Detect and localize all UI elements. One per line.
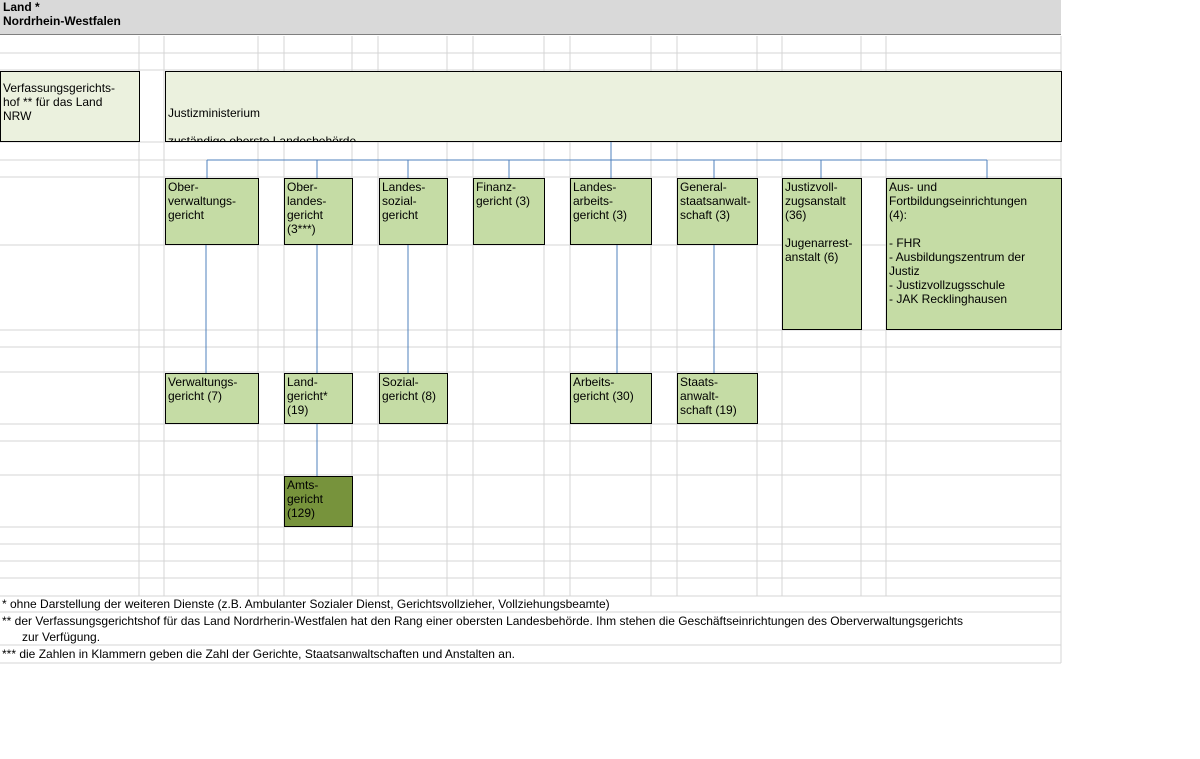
sheet-header: Land * Nordrhein-Westfalen	[0, 0, 1061, 35]
box-oberverwaltungsgericht: Ober- verwaltungs- gericht	[165, 178, 259, 245]
justizministerium-subtitle: zuständige oberste Landesbehörde	[168, 134, 357, 142]
box-justizministerium: Justizministerium zuständige oberste Lan…	[165, 71, 1062, 142]
footnote-2-continued: zur Verfügung.	[22, 630, 101, 644]
box-verwaltungsgericht: Verwaltungs- gericht (7)	[165, 373, 259, 424]
header-title: Land *	[3, 0, 40, 14]
footnote-3: *** die Zahlen in Klammern geben die Zah…	[2, 647, 515, 661]
box-oberlandesgericht: Ober- landes- gericht (3***)	[284, 178, 353, 245]
box-staatsanwaltschaft: Staats- anwalt- schaft (19)	[677, 373, 758, 424]
box-arbeitsgericht: Arbeits- gericht (30)	[570, 373, 652, 424]
box-amtsgericht: Amts- gericht (129)	[284, 476, 353, 527]
box-finanzgericht: Finanz- gericht (3)	[473, 178, 545, 245]
box-justizvollzugsanstalt: Justizvoll- zugsanstalt (36) Jugenarrest…	[782, 178, 862, 330]
box-landessozialgericht: Landes- sozial- gericht	[379, 178, 448, 245]
box-generalstaatsanwaltschaft: General- staatsanwalt- schaft (3)	[677, 178, 758, 245]
box-landesarbeitsgericht: Landes- arbeits- gericht (3)	[570, 178, 652, 245]
box-landgericht: Land- gericht* (19)	[284, 373, 353, 424]
footnote-2: ** der Verfassungsgerichtshof für das La…	[2, 614, 964, 628]
box-verfassungsgerichtshof: Verfassungsgerichts- hof ** für das Land…	[0, 71, 140, 142]
header-subtitle: Nordrhein-Westfalen	[3, 14, 121, 28]
footnote-1: * ohne Darstellung der weiteren Dienste …	[2, 597, 610, 611]
box-aus-und-fortbildungseinrichtungen: Aus- und Fortbildungseinrichtungen (4): …	[886, 178, 1062, 330]
box-sozialgericht: Sozial- gericht (8)	[379, 373, 448, 424]
justizministerium-title: Justizministerium	[168, 106, 261, 120]
